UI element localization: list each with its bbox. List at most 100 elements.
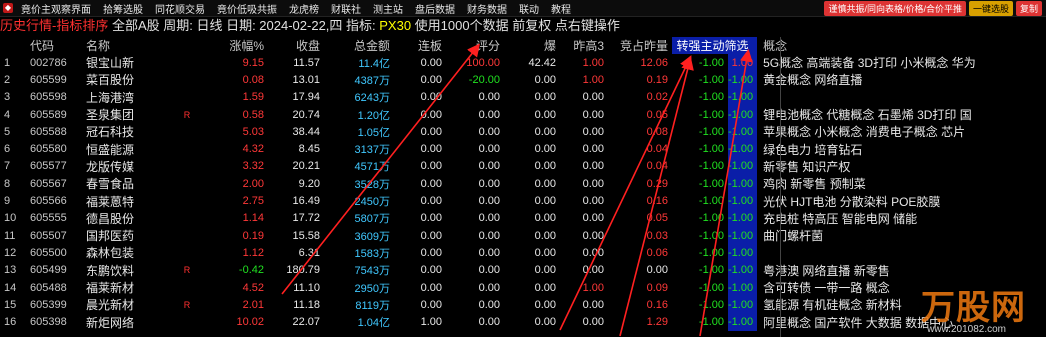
row-concept: 曲门螺杆菌 <box>763 229 824 244</box>
row-concept: 鸡肉 新零售 预制菜 <box>763 177 866 192</box>
table-row[interactable]: 13 605499 东鹏饮料 R -0.42 180.79 7543万 0.00 0.00 0.0… <box>0 261 1019 279</box>
copy-button[interactable]: 复制 <box>1015 1 1042 16</box>
row-score: 0.00 <box>478 108 500 121</box>
menu-item-6[interactable]: 测主站 <box>367 1 409 16</box>
col-amount[interactable]: 总金额 <box>324 37 394 54</box>
col-board[interactable]: 连板 <box>394 37 446 54</box>
row-change: 0.58 <box>242 108 264 121</box>
row-change: 1.59 <box>242 91 264 104</box>
row-turn: -1.00 <box>698 125 724 138</box>
row-close: 11.18 <box>293 298 320 311</box>
row-high3: 1.00 <box>582 56 604 69</box>
menu-item-1[interactable]: 拾筹选股 <box>97 1 149 16</box>
row-amount: 4571万 <box>354 161 390 174</box>
table-row[interactable]: 1 002786 银宝山新 9.15 11.57 11.4亿 0.00 100.00 42.42… <box>0 54 1019 72</box>
col-code[interactable]: 代码 <box>30 37 86 54</box>
table-row[interactable]: 3 605598 上海港湾 1.59 17.94 6243万 0.00 0.00 0.00 0.0… <box>0 88 1019 106</box>
filter-table-button[interactable]: 谨慎共振/同向表格/价格/合价平推 <box>824 1 966 16</box>
row-ratio: 0.16 <box>646 195 668 208</box>
col-turn-select[interactable]: 转强主动筛选 <box>672 37 758 54</box>
row-turn: -1.00 <box>698 298 724 311</box>
row-select: -1.00 <box>728 140 758 158</box>
row-high3: 0.00 <box>582 108 604 121</box>
row-concept: 锂电池概念 代糖概念 石墨烯 3D打印 国 <box>763 108 972 123</box>
row-concept <box>757 89 1019 106</box>
table-header: 代码 名称 涨幅% 收盘 总金额 连板 评分 爆 昨高3 竞占昨量 转强主动筛选… <box>0 37 1019 54</box>
row-turn: -1.00 <box>698 143 724 156</box>
table-row[interactable]: 15 605399 晨光新材 R 2.01 11.18 8119万 0.00 0.00 0.00 0… <box>0 296 1019 314</box>
row-high3: 1.00 <box>582 73 604 86</box>
row-turn: -1.00 <box>698 229 724 242</box>
table-row[interactable]: 9 605566 福莱蒽特 2.75 16.49 2450万 0.00 0.00 0.00 0.0… <box>0 192 1019 210</box>
row-name: 菜百股份 <box>86 73 135 88</box>
row-close: 9.20 <box>298 177 320 190</box>
col-score[interactable]: 评分 <box>446 37 504 54</box>
one-click-select-button[interactable]: 一键选股 <box>968 1 1013 16</box>
table-row[interactable]: 5 605588 冠石科技 5.03 38.44 1.05亿 0.00 0.00 0.00 0.0… <box>0 123 1019 141</box>
menu-item-9[interactable]: 联动 <box>513 1 545 16</box>
table-row[interactable]: 10 605555 德昌股份 1.14 17.72 5807万 0.00 0.00 0.00 0.… <box>0 209 1019 227</box>
menu-item-10[interactable]: 教程 <box>545 1 577 16</box>
row-select: -1.00 <box>728 226 758 245</box>
row-high3: 1.00 <box>582 281 604 294</box>
table-row[interactable]: 16 605398 新炬网络 10.02 22.07 1.04亿 1.00 0.00 0.00 0… <box>0 313 1019 331</box>
menu-item-2[interactable]: 同花顺交易 <box>149 1 211 16</box>
row-boom: 0.00 <box>534 229 556 242</box>
menu-item-5[interactable]: 财联社 <box>325 1 367 16</box>
menu-item-3[interactable]: 竟价低吸共振 <box>211 1 283 16</box>
table-row[interactable]: 11 605507 国邦医药 0.19 15.58 3609万 0.00 0.00 0.00 0.… <box>0 226 1019 245</box>
row-name: 森林包装 <box>86 246 135 261</box>
row-score: 0.00 <box>478 316 500 329</box>
row-code: 605567 <box>30 177 67 190</box>
row-select: -1.00 <box>728 261 758 279</box>
row-select: -1.00 <box>728 209 758 227</box>
col-close[interactable]: 收盘 <box>268 37 324 54</box>
row-index: 13 <box>4 264 17 277</box>
row-high3: 0.00 <box>582 246 604 259</box>
row-board: 0.00 <box>420 229 442 242</box>
table-row[interactable]: 14 605488 福莱新材 4.52 11.10 2950万 0.00 0.00 0.00 1.… <box>0 278 1019 297</box>
row-boom: 0.00 <box>534 160 556 173</box>
row-close: 38.44 <box>292 125 320 138</box>
row-code: 605598 <box>30 91 67 104</box>
menu-item-0[interactable]: 竟价主观察界面 <box>15 1 97 16</box>
concept-divider <box>780 37 781 337</box>
row-turn: -1.00 <box>698 212 724 225</box>
row-name: 圣泉集团 <box>86 108 135 123</box>
row-boom: 0.00 <box>534 108 556 121</box>
app-logo-icon: ◆ <box>3 3 13 13</box>
row-name: 银宝山新 <box>86 56 135 71</box>
row-boom: 0.00 <box>534 195 556 208</box>
row-turn: -1.00 <box>698 281 724 294</box>
row-select: -1.00 <box>728 244 758 262</box>
col-name[interactable]: 名称 <box>86 37 174 54</box>
row-high3: 0.00 <box>582 195 604 208</box>
col-boom[interactable]: 爆 <box>504 37 560 54</box>
col-high3[interactable]: 昨高3 <box>560 37 608 54</box>
table-row[interactable]: 6 605580 恒盛能源 4.32 8.45 3137万 0.00 0.00 0.00 0.00… <box>0 140 1019 158</box>
col-change[interactable]: 涨幅% <box>204 37 268 54</box>
table-row[interactable]: 7 605577 龙版传媒 3.32 20.21 4571万 0.00 0.00 0.00 0.0… <box>0 157 1019 176</box>
row-turn: -1.00 <box>698 73 724 86</box>
menu-item-4[interactable]: 龙虎榜 <box>283 1 325 16</box>
row-score: 100.00 <box>466 56 500 69</box>
row-close: 16.49 <box>292 195 320 208</box>
row-code: 605588 <box>30 125 67 138</box>
row-flag <box>174 123 204 140</box>
menu-item-8[interactable]: 财务数据 <box>461 1 513 16</box>
table-row[interactable]: 2 605599 菜百股份 0.08 13.01 4387万 0.00 -20.00 0.00 1… <box>0 71 1019 89</box>
col-ratio[interactable]: 竞占昨量 <box>608 37 672 54</box>
row-turn: -1.00 <box>698 246 724 259</box>
col-concept[interactable]: 概念 <box>757 37 1019 54</box>
row-boom: 42.42 <box>528 56 556 69</box>
row-concept: 充电桩 特高压 智能电网 储能 <box>763 211 918 226</box>
row-boom: 0.00 <box>534 73 556 86</box>
menu-item-7[interactable]: 盘后数据 <box>409 1 461 16</box>
row-high3: 0.00 <box>582 264 604 277</box>
row-board: 0.00 <box>420 125 442 138</box>
row-ratio: 12.06 <box>640 56 668 69</box>
table-row[interactable]: 8 605567 春雪食品 2.00 9.20 3528万 0.00 0.00 0.00 0.00… <box>0 175 1019 193</box>
row-boom: 0.00 <box>534 316 556 329</box>
table-row[interactable]: 12 605500 森林包装 1.12 6.31 1583万 0.00 0.00 0.00 0.0… <box>0 244 1019 262</box>
table-row[interactable]: 4 605589 圣泉集团 R 0.58 20.74 1.20亿 0.00 0.00 0.00 0.… <box>0 105 1019 124</box>
